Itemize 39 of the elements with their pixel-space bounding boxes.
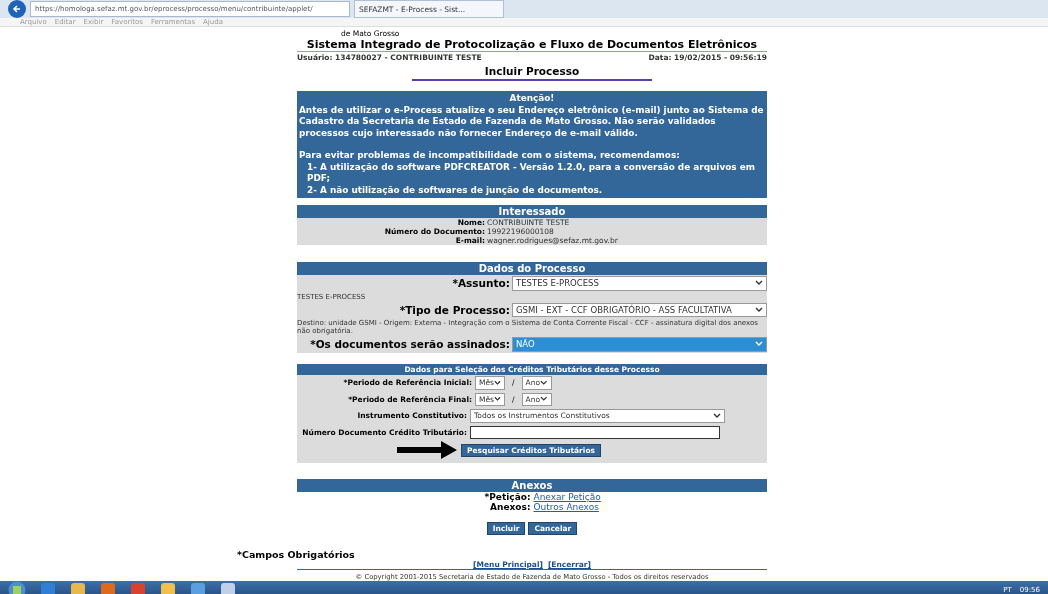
chevron-down-icon xyxy=(494,396,501,403)
field-label: *Petição: xyxy=(483,492,531,502)
field-label: *Assunto: xyxy=(451,277,511,290)
back-button[interactable] xyxy=(8,0,26,18)
section-header: Anexos xyxy=(297,479,767,492)
system-title: Sistema Integrado de Protocolização e Fluxo de Documentos Eletrônicos xyxy=(297,38,767,52)
input-field[interactable] xyxy=(470,425,720,439)
chevron-down-icon xyxy=(540,379,548,386)
attach-link[interactable]: Outros Anexos xyxy=(533,502,734,512)
dropdown[interactable]: NÃO xyxy=(512,337,767,352)
chevron-down-icon xyxy=(713,412,721,419)
field-label: *Tipo de Processo: xyxy=(398,303,511,316)
start-orb-icon[interactable] xyxy=(8,581,26,594)
field-label: *Os documentos serão assinados: xyxy=(309,338,511,351)
chevron-down-icon xyxy=(494,379,501,386)
app-icon[interactable] xyxy=(100,582,116,594)
app-icon[interactable] xyxy=(220,582,236,594)
chevron-down-icon xyxy=(755,306,763,313)
chevron-down-icon xyxy=(755,341,763,348)
notice-title: Atenção! xyxy=(508,93,556,105)
notice-item: 1- A utilização do software PDFCREATOR - Versão 1.2.0, para a conversão de arquivos em PDF; xyxy=(306,161,756,185)
app-icon[interactable] xyxy=(160,582,176,594)
arrow-left-icon xyxy=(12,4,22,14)
arrow-icon xyxy=(397,441,457,459)
field-label: Anexos: xyxy=(489,502,531,512)
page-heading: Incluir Processo xyxy=(412,62,652,81)
section-header: Interessado xyxy=(297,205,767,218)
notice-item: 2- A não utilização de softwares de junção de documentos. xyxy=(306,184,604,196)
attach-link[interactable]: Anexar Petição xyxy=(533,492,734,502)
chevron-down-icon xyxy=(540,396,548,403)
dropdown[interactable]: GSMI - EXT - CCF OBRIGATÓRIO - ASS FACULTATIVA xyxy=(512,302,767,317)
app-icon[interactable] xyxy=(70,582,86,594)
notice-text: Antes de utilizar o e-Process atualize o seu Endereço eletrônico (e-mail) junto ao Sistema de Cadastro da Secretaria de Estado de Fazenda de Mato Grosso. Não serão validados processos cujo interessado não fornecer Endereço de e-mail válido. xyxy=(299,104,765,139)
app-icon[interactable] xyxy=(190,582,206,594)
chevron-down-icon xyxy=(755,280,763,287)
section-header: Dados do Processo xyxy=(297,262,767,275)
required-note: *Campos Obrigatórios xyxy=(237,549,356,560)
notice-text: Para evitar problemas de incompatibilidade com o sistema, recomendamos: xyxy=(299,150,681,162)
dropdown[interactable]: TESTES E-PROCESS xyxy=(512,276,767,291)
